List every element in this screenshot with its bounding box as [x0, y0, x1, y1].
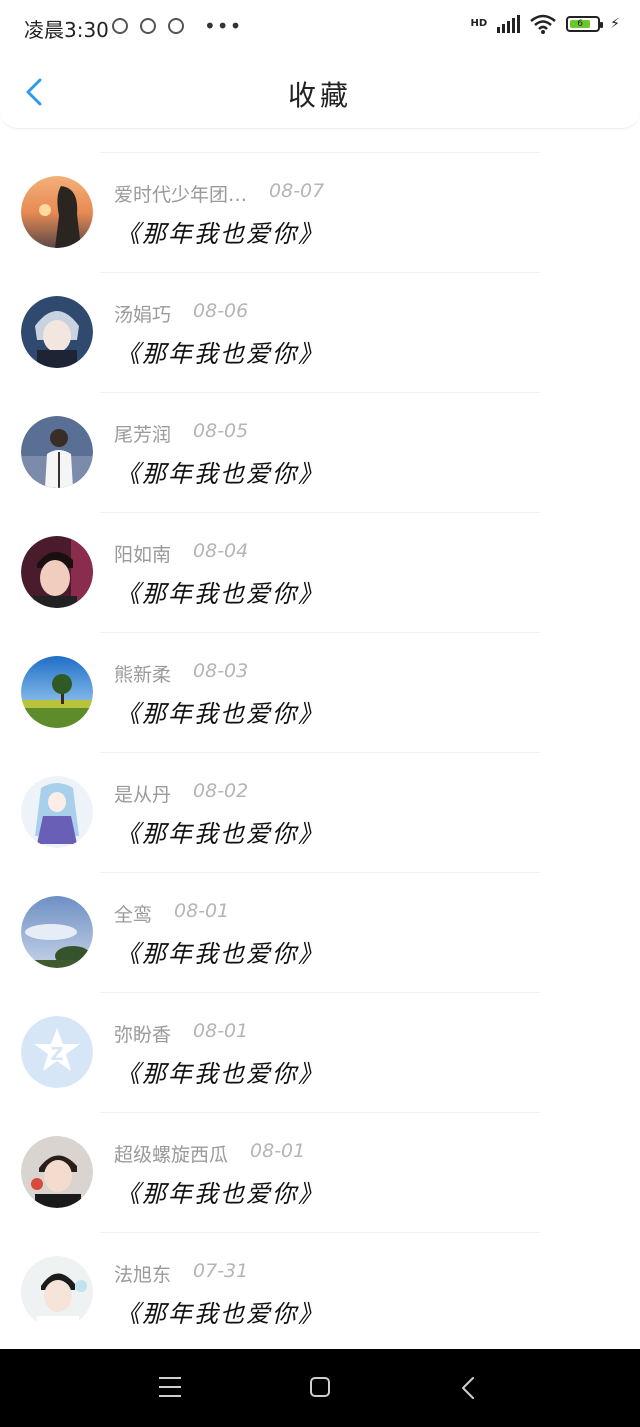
avatar[interactable] — [21, 296, 93, 368]
item-meta: 法旭东 07-31 — [114, 1260, 248, 1287]
list-item[interactable]: 爱时代少年团… 08-07 《那年我也爱你》 — [0, 152, 640, 272]
song-title[interactable]: 《那年我也爱你》 — [116, 574, 324, 609]
divider — [100, 632, 540, 633]
avatar[interactable] — [21, 1256, 93, 1328]
battery-icon: 6 — [566, 16, 604, 32]
list-item[interactable]: 是从丹 08-02 《那年我也爱你》 — [0, 752, 640, 872]
avatar[interactable] — [21, 1136, 93, 1208]
username[interactable]: 阳如南 — [114, 540, 171, 567]
avatar[interactable]: Z — [21, 1016, 93, 1088]
list-item[interactable]: 尾芳润 08-05 《那年我也爱你》 — [0, 392, 640, 512]
username[interactable]: 全鸾 — [114, 900, 152, 927]
more-notifications-icon: ••• — [204, 14, 243, 38]
username[interactable]: 熊新柔 — [114, 660, 171, 687]
date: 08-04 — [193, 540, 249, 562]
page-title: 收藏 — [287, 79, 352, 112]
divider — [100, 752, 540, 753]
divider — [100, 1232, 540, 1233]
item-meta: 超级螺旋西瓜 08-01 — [114, 1140, 305, 1167]
username[interactable]: 汤娟巧 — [114, 300, 171, 327]
avatar[interactable] — [21, 536, 93, 608]
song-title[interactable]: 《那年我也爱你》 — [116, 694, 324, 729]
song-title[interactable]: 《那年我也爱你》 — [116, 1054, 324, 1089]
username[interactable]: 超级螺旋西瓜 — [114, 1140, 228, 1167]
wifi-icon — [530, 14, 556, 34]
system-nav-bar — [0, 1349, 640, 1427]
back-icon[interactable] — [458, 1376, 480, 1400]
divider — [100, 512, 540, 513]
status-indicators: HD 6 ⚡ — [470, 14, 620, 34]
song-title[interactable]: 《那年我也爱你》 — [116, 334, 324, 369]
username[interactable]: 法旭东 — [114, 1260, 171, 1287]
item-meta: 汤娟巧 08-06 — [114, 300, 248, 327]
divider — [100, 272, 540, 273]
list-item[interactable]: 汤娟巧 08-06 《那年我也爱你》 — [0, 272, 640, 392]
song-title[interactable]: 《那年我也爱你》 — [116, 1174, 324, 1209]
song-title[interactable]: 《那年我也爱你》 — [116, 214, 324, 249]
avatar[interactable] — [21, 776, 93, 848]
divider — [100, 392, 540, 393]
notification-app-icon — [140, 18, 156, 34]
avatar[interactable] — [21, 176, 93, 248]
date: 08-05 — [193, 420, 249, 442]
svg-text:Z: Z — [50, 1044, 63, 1065]
song-title[interactable]: 《那年我也爱你》 — [116, 1294, 324, 1329]
item-meta: 弥盼香 08-01 — [114, 1020, 248, 1047]
list-item[interactable]: Z 弥盼香 08-01 《那年我也爱你》 — [0, 992, 640, 1112]
hd-indicator: HD — [470, 18, 488, 29]
status-time: 凌晨3:30 — [24, 18, 109, 42]
song-title[interactable]: 《那年我也爱你》 — [116, 814, 324, 849]
date: 07-31 — [193, 1260, 249, 1282]
divider — [100, 872, 540, 873]
divider — [100, 152, 540, 153]
home-icon[interactable] — [310, 1377, 330, 1397]
menu-icon[interactable] — [159, 1377, 181, 1397]
charging-icon: ⚡ — [610, 16, 620, 32]
app-header: 收藏 — [0, 56, 640, 129]
date: 08-01 — [193, 1020, 249, 1042]
date: 08-06 — [193, 300, 249, 322]
avatar[interactable] — [21, 416, 93, 488]
item-meta: 尾芳润 08-05 — [114, 420, 248, 447]
list-item[interactable]: 阳如南 08-04 《那年我也爱你》 — [0, 512, 640, 632]
date: 08-02 — [193, 780, 249, 802]
list-item[interactable]: 全鸾 08-01 《那年我也爱你》 — [0, 872, 640, 992]
battery-level: 6 — [570, 20, 591, 29]
divider — [100, 1112, 540, 1113]
notification-icons: ••• — [112, 14, 242, 38]
divider — [100, 992, 540, 993]
item-meta: 阳如南 08-04 — [114, 540, 248, 567]
list-item[interactable]: 法旭东 07-31 《那年我也爱你》 — [0, 1232, 640, 1352]
username[interactable]: 弥盼香 — [114, 1020, 171, 1047]
list-item[interactable]: 超级螺旋西瓜 08-01 《那年我也爱你》 — [0, 1112, 640, 1232]
username[interactable]: 尾芳润 — [114, 420, 171, 447]
item-meta: 爱时代少年团… 08-07 — [114, 180, 324, 207]
date: 08-01 — [250, 1140, 306, 1162]
item-meta: 全鸾 08-01 — [114, 900, 229, 927]
list-item[interactable]: 熊新柔 08-03 《那年我也爱你》 — [0, 632, 640, 752]
notification-app-icon — [112, 18, 128, 34]
notification-app-icon — [168, 18, 184, 34]
item-meta: 熊新柔 08-03 — [114, 660, 248, 687]
date: 08-01 — [174, 900, 230, 922]
date: 08-07 — [269, 180, 325, 202]
song-title[interactable]: 《那年我也爱你》 — [116, 454, 324, 489]
avatar[interactable] — [21, 896, 93, 968]
status-bar: 凌晨3:30 ••• HD 6 ⚡ — [0, 0, 640, 56]
signal-icon — [497, 15, 521, 33]
date: 08-03 — [193, 660, 249, 682]
username[interactable]: 爱时代少年团… — [114, 180, 247, 207]
username[interactable]: 是从丹 — [114, 780, 171, 807]
item-meta: 是从丹 08-02 — [114, 780, 248, 807]
song-title[interactable]: 《那年我也爱你》 — [116, 934, 324, 969]
favorites-list: 爱时代少年团… 08-07 《那年我也爱你》 汤娟巧 08-06 《那年我也爱你… — [0, 152, 640, 1352]
avatar[interactable] — [21, 656, 93, 728]
